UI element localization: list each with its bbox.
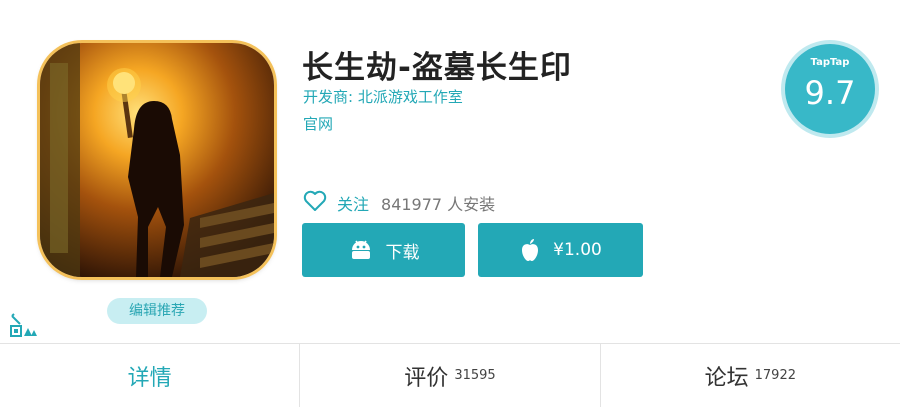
tab-count: 31595 [454,368,496,383]
follow-button[interactable]: 关注 [337,191,369,215]
price-label: ¥1.00 [553,240,602,260]
tab-bar: 详情 评价 31595 论坛 17922 [0,343,900,407]
app-title: 长生劫-盗墓长生印 [302,50,572,86]
download-label: 下载 [385,242,420,263]
recommend-badge: 编辑推荐 [107,298,207,324]
android-icon [351,240,370,259]
follow-row: 关注 841977 人安装 [303,190,495,216]
tab-label: 评价 [404,365,449,391]
site-logo-icon[interactable] [8,310,38,340]
heart-icon[interactable] [303,190,337,216]
install-count: 841977 人安装 [381,195,496,214]
score-value: 9.7 [804,74,856,112]
score-badge: TapTap 9.7 [785,44,875,134]
tab-label: 详情 [127,365,172,391]
tab-count: 17922 [754,368,796,383]
tab-details[interactable]: 详情 [0,344,301,407]
apple-icon [522,239,539,261]
score-brand: TapTap [810,57,850,68]
tab-reviews[interactable]: 评价 31595 [300,344,601,407]
tab-forum[interactable]: 论坛 17922 [601,344,900,407]
download-button[interactable]: 下载 [302,223,465,277]
website-link[interactable]: 官网 [303,113,333,134]
buy-button[interactable]: ¥1.00 [478,223,643,277]
app-icon [40,43,274,277]
developer-link[interactable]: 开发商: 北派游戏工作室 [303,86,463,107]
tab-label: 论坛 [704,365,749,391]
